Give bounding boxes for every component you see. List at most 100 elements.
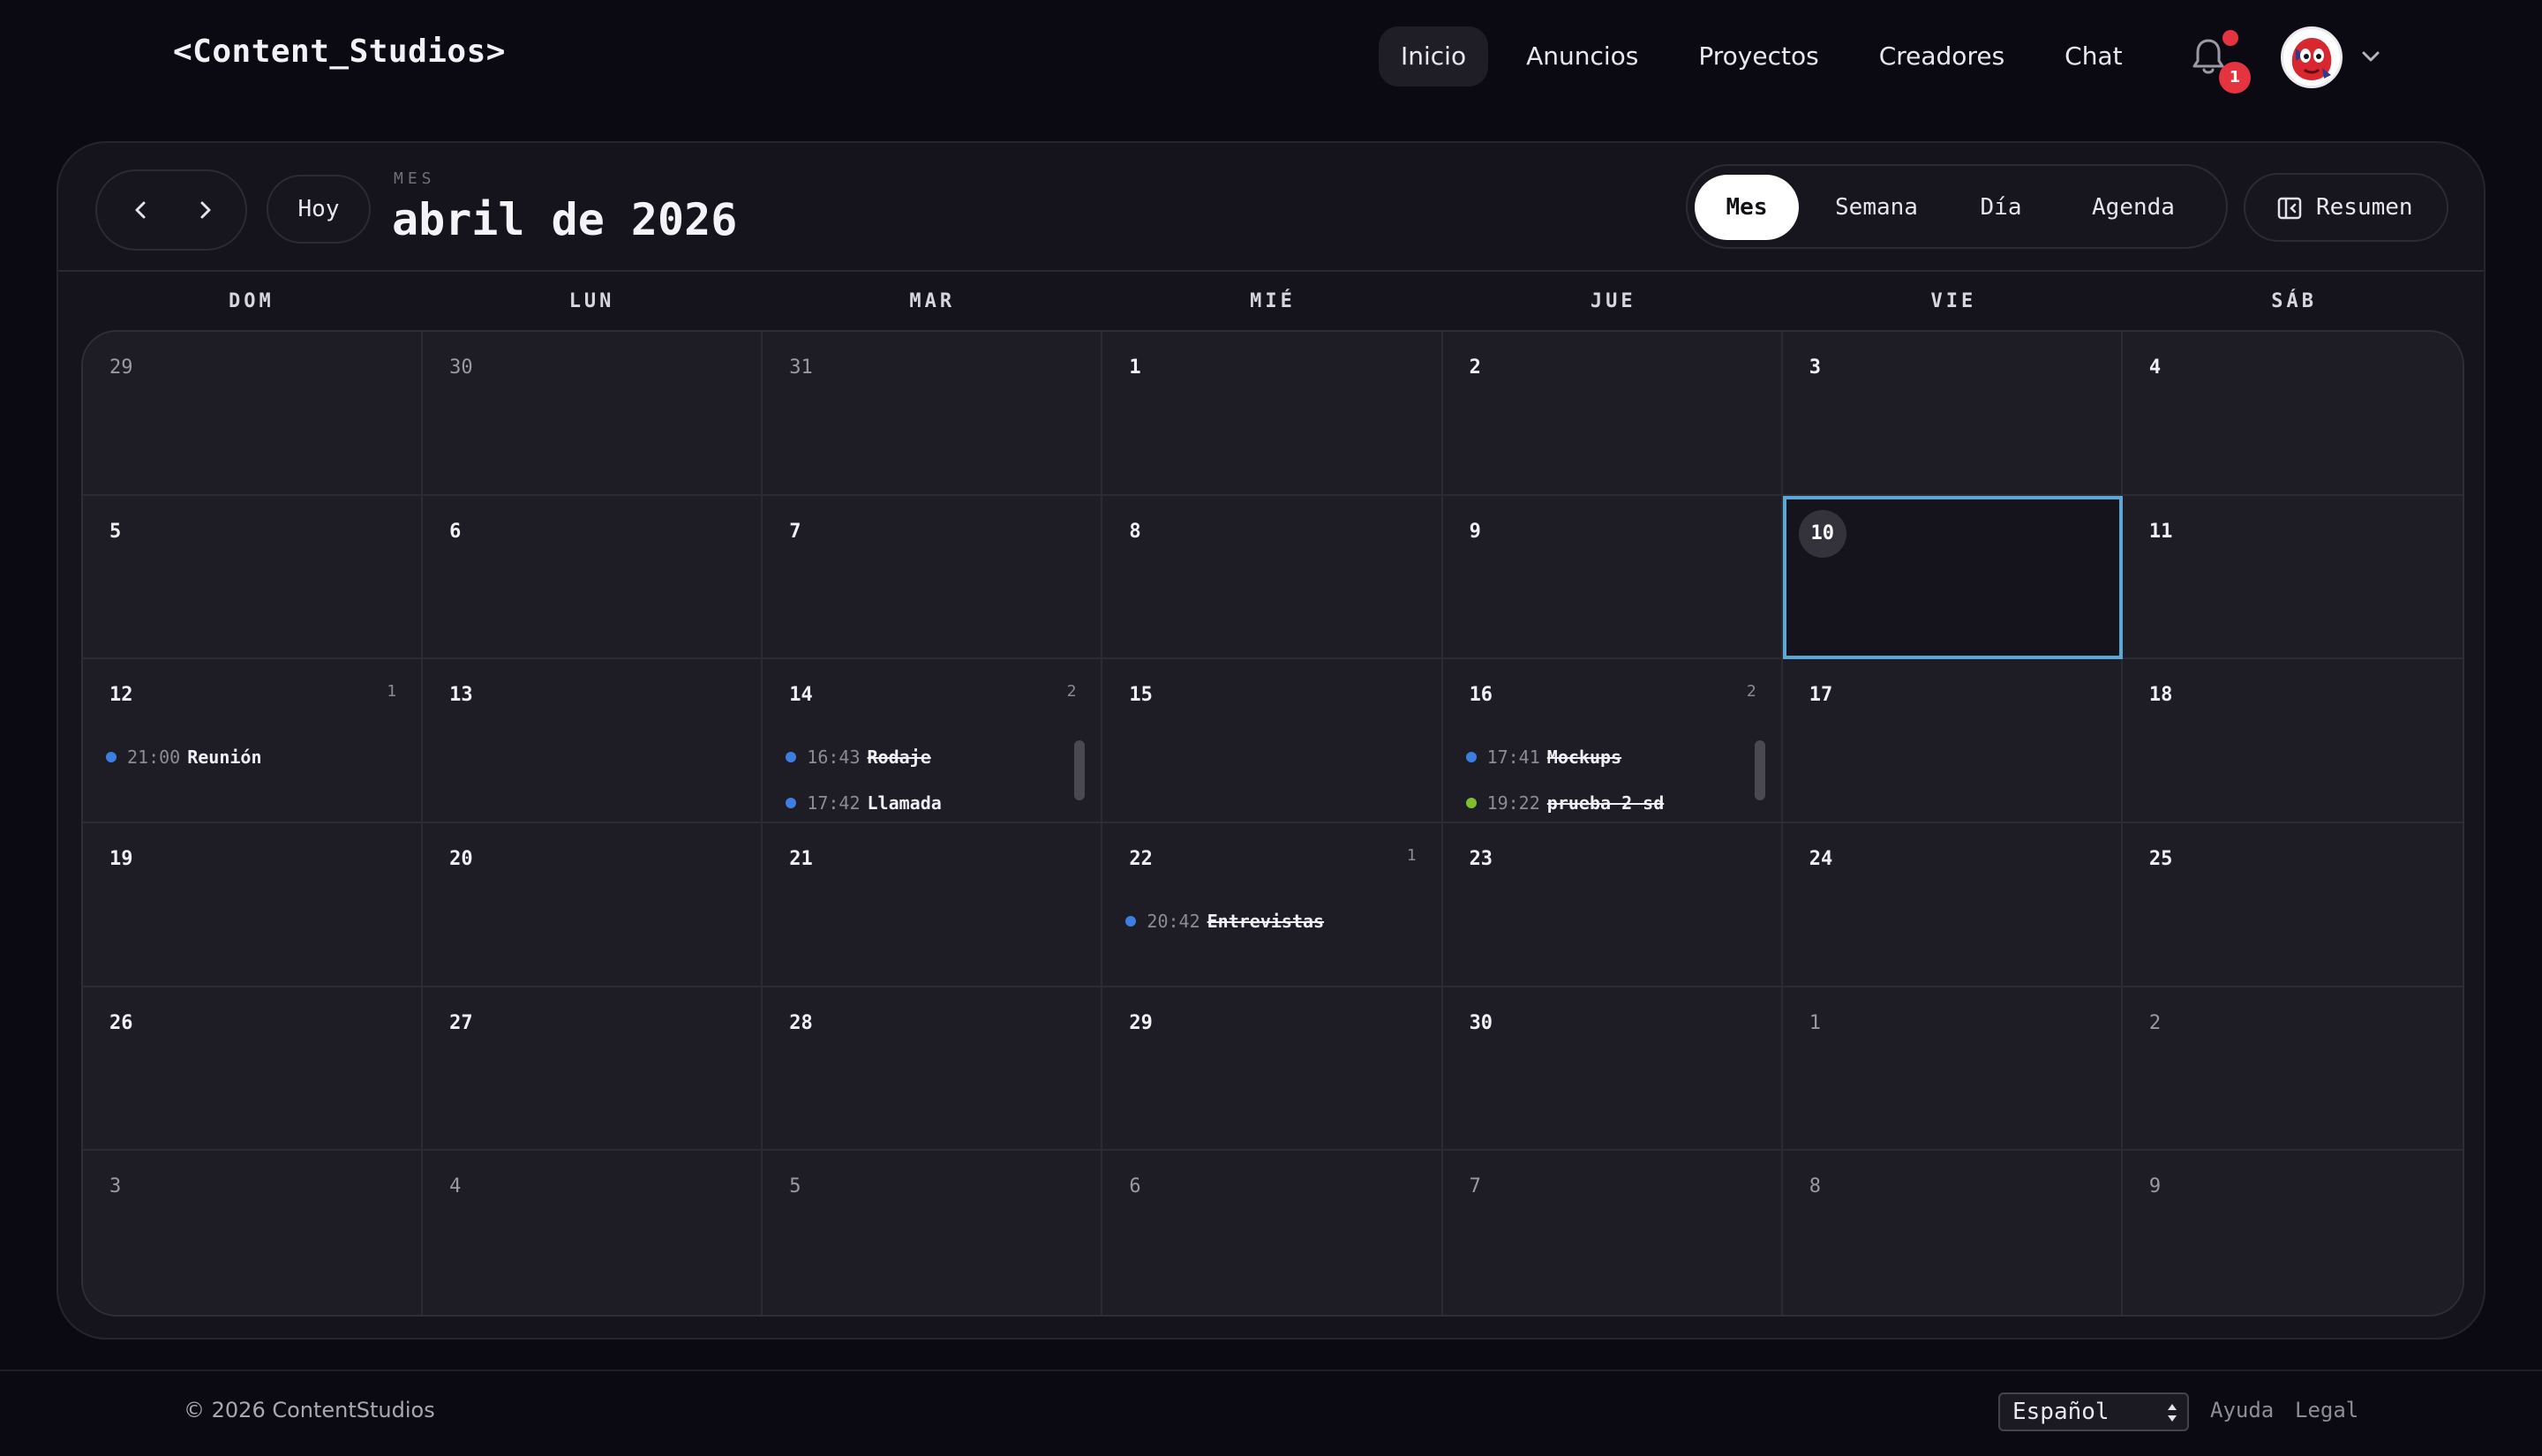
nav-item-chat[interactable]: Chat [2042,26,2144,86]
calendar-day[interactable]: 11 [2122,495,2463,660]
day-number: 9 [1469,520,1481,543]
calendar-day[interactable]: 8 [1782,1151,2123,1315]
event-color-dot [786,798,797,809]
calendar-day[interactable]: 4 [2122,332,2463,496]
notification-dot [2222,30,2238,46]
calendar-day[interactable]: 30 [1442,987,1783,1152]
calendar-day[interactable]: 12 1 21:00 Reunión [83,659,424,823]
view-switcher: Mes Semana Día Agenda [1686,164,2228,249]
help-link[interactable]: Ayuda [2210,1398,2274,1422]
calendar-day[interactable]: 26 [83,987,424,1152]
day-number: 16 [1469,684,1493,707]
tab-semana[interactable]: Semana [1806,175,1947,240]
calendar-day[interactable]: 25 [2122,823,2463,987]
calendar-day[interactable]: 5 [83,495,424,660]
calendar-event[interactable]: 21:00 Reunión [106,744,398,790]
calendar-day[interactable]: 6 [423,495,763,660]
nav-item-anuncios[interactable]: Anuncios [1504,26,1660,86]
day-number: 26 [109,1011,133,1034]
day-number: 5 [789,1175,801,1198]
day-number: 14 [789,684,813,707]
calendar-day[interactable]: 17 [1782,659,2123,823]
legal-link[interactable]: Legal [2295,1398,2358,1422]
notification-count-badge: 1 [2219,62,2251,94]
calendar-day[interactable]: 23 [1442,823,1783,987]
cell-scrollbar[interactable] [1074,740,1086,801]
calendar-day[interactable]: 2 [2122,987,2463,1152]
weekday-label: MAR [909,290,956,312]
weekday-label: MIÉ [1250,290,1296,312]
day-number: 12 [109,684,133,707]
day-number: 31 [789,356,813,379]
event-list: 17:41 Mockups 19:22 prueba 2 sd [1465,744,1758,836]
day-number: 21 [789,848,813,870]
chevron-left-icon[interactable] [124,192,159,228]
calendar-day[interactable]: 20 [423,823,763,987]
today-button[interactable]: Hoy [267,175,371,244]
calendar-day[interactable]: 1 [1102,332,1443,496]
chevron-right-icon[interactable] [187,192,222,228]
calendar-day[interactable]: 5 [763,1151,1103,1315]
month-grid: 29 30 31 1 2 3 4 5 6 7 8 9 10 11 12 1 21:00 Reunión 13 14 2 1… [81,330,2464,1317]
calendar-event[interactable]: 17:41 Mockups [1465,744,1758,790]
calendar-day[interactable]: 7 [763,495,1103,660]
day-number: 8 [1809,1175,1821,1198]
calendar-day[interactable]: 30 [423,332,763,496]
event-list: 20:42 Entrevistas [1125,908,1418,954]
event-title: Rodaje [867,747,931,769]
calendar-day[interactable]: 16 2 17:41 Mockups 19:22 prueba 2 sd [1442,659,1783,823]
nav-item-creadores[interactable]: Creadores [1857,26,2027,86]
calendar-day[interactable]: 29 [1102,987,1443,1152]
day-number: 15 [1129,684,1153,707]
calendar-day[interactable]: 24 [1782,823,2123,987]
language-value: Español [2012,1399,2110,1425]
day-number: 27 [449,1011,473,1034]
calendar-day[interactable]: 9 [2122,1151,2463,1315]
calendar-day[interactable]: 3 [83,1151,424,1315]
app-logo[interactable]: <Content_Studios> [173,34,506,70]
day-number: 8 [1129,520,1141,543]
tab-mes[interactable]: Mes [1695,175,1799,240]
cell-scrollbar[interactable] [1754,740,1765,801]
calendar-day[interactable]: 1 [1782,987,2123,1152]
event-count: 1 [1406,846,1417,865]
calendar-day[interactable]: 9 [1442,495,1783,660]
language-select[interactable]: Español [1998,1392,2189,1431]
calendar-day[interactable]: 6 [1102,1151,1443,1315]
calendar-day[interactable]: 19 [83,823,424,987]
summary-button[interactable]: Resumen [2244,173,2448,242]
calendar-day[interactable]: 29 [83,332,424,496]
calendar-day[interactable]: 2 [1442,332,1783,496]
calendar-day[interactable]: 8 [1102,495,1443,660]
calendar-day[interactable]: 27 [423,987,763,1152]
calendar-day[interactable]: 18 [2122,659,2463,823]
avatar[interactable] [2281,26,2343,88]
day-number: 5 [109,520,122,543]
calendar-day[interactable]: 13 [423,659,763,823]
calendar-event[interactable]: 16:43 Rodaje [786,744,1078,790]
calendar-day[interactable]: 4 [423,1151,763,1315]
calendar-day[interactable]: 28 [763,987,1103,1152]
day-number: 25 [2148,848,2173,870]
calendar-day[interactable]: 21 [763,823,1103,987]
calendar-day[interactable]: 3 [1782,332,2123,496]
calendar-day[interactable]: 14 2 16:43 Rodaje 17:42 Llamada [763,659,1103,823]
calendar-day[interactable]: 31 [763,332,1103,496]
calendar-event[interactable]: 20:42 Entrevistas [1125,908,1418,954]
top-navigation-bar: <Content_Studios> Inicio Anuncios Proyec… [0,0,2542,113]
event-title: Reunión [187,747,262,769]
event-count: 2 [1066,682,1077,702]
chevron-down-icon[interactable] [2358,46,2383,67]
calendar-panel: Hoy MES abril de 2026 Mes Semana Día Age… [56,141,2486,1340]
calendar-day-today[interactable]: 10 [1782,495,2123,660]
calendar-day[interactable]: 7 [1442,1151,1783,1315]
calendar-day[interactable]: 15 [1102,659,1443,823]
day-number: 22 [1129,848,1153,870]
calendar-day[interactable]: 22 1 20:42 Entrevistas [1102,823,1443,987]
nav-item-proyectos[interactable]: Proyectos [1676,26,1840,86]
tab-agenda[interactable]: Agenda [2055,175,2212,240]
day-number: 4 [449,1175,462,1198]
event-time: 21:00 [127,747,181,769]
nav-item-inicio[interactable]: Inicio [1379,26,1489,86]
tab-dia[interactable]: Día [1952,175,2049,240]
